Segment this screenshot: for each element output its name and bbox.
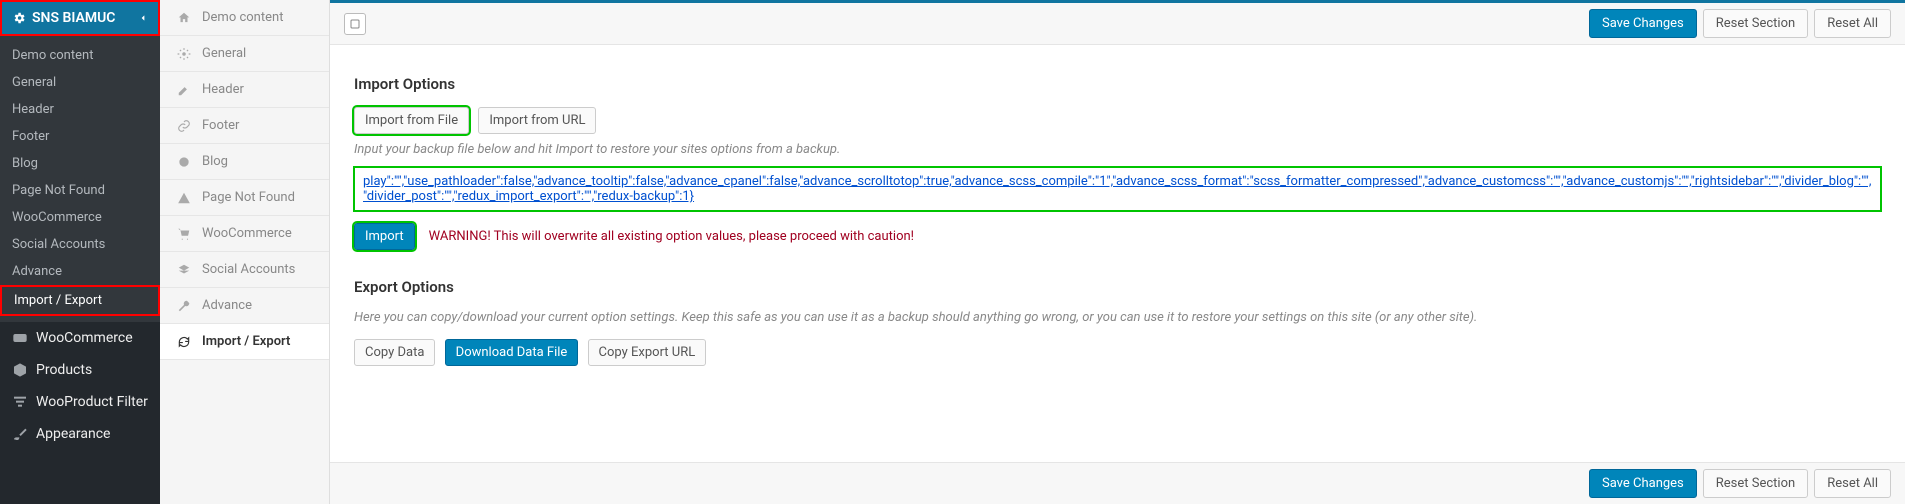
menu-label: Products — [36, 362, 92, 378]
save-changes-button[interactable]: Save Changes — [1589, 9, 1697, 38]
link-icon — [174, 119, 194, 133]
sidebar-sub-demo-content[interactable]: Demo content — [0, 42, 160, 69]
theme-options-menu[interactable]: SNS BIAMUC — [0, 0, 160, 36]
sidebar-sub-import-export[interactable]: Import / Export — [0, 285, 160, 316]
export-heading: Export Options — [354, 278, 1881, 296]
options-section-tabs: Demo content General Header Footer Blog … — [160, 0, 330, 504]
save-changes-button-bottom[interactable]: Save Changes — [1589, 469, 1697, 498]
tab-import-export[interactable]: Import / Export — [160, 324, 329, 360]
tab-label: Import / Export — [202, 334, 290, 349]
expand-toggle[interactable] — [344, 13, 366, 35]
menu-wooproduct-filter[interactable]: WooProduct Filter — [0, 386, 160, 418]
reset-all-button[interactable]: Reset All — [1814, 9, 1891, 38]
layers-icon — [174, 263, 194, 277]
panel-content: Import Options Import from File Import f… — [330, 45, 1905, 386]
reset-all-button-bottom[interactable]: Reset All — [1814, 469, 1891, 498]
theme-options-submenu: Demo content General Header Footer Blog … — [0, 36, 160, 322]
reset-section-button-bottom[interactable]: Reset Section — [1703, 469, 1808, 498]
sidebar-sub-woocommerce[interactable]: WooCommerce — [0, 204, 160, 231]
warning-icon — [174, 191, 194, 205]
tab-advance[interactable]: Advance — [160, 288, 329, 324]
woocommerce-icon — [10, 330, 30, 346]
tab-label: Advance — [202, 298, 252, 313]
tab-social-accounts[interactable]: Social Accounts — [160, 252, 329, 288]
import-data-textarea[interactable] — [354, 167, 1881, 211]
box-icon — [10, 362, 30, 378]
menu-label: WooProduct Filter — [36, 394, 148, 410]
import-hint: Input your backup file below and hit Imp… — [354, 142, 1881, 157]
chevron-left-icon — [138, 13, 148, 23]
admin-sidebar: SNS BIAMUC Demo content General Header F… — [0, 0, 160, 504]
tab-label: Social Accounts — [202, 262, 295, 277]
sidebar-sub-advance[interactable]: Advance — [0, 258, 160, 285]
gear-icon — [174, 47, 194, 61]
panel-bottombar: Save Changes Reset Section Reset All — [330, 462, 1905, 504]
tab-footer[interactable]: Footer — [160, 108, 329, 144]
wrench-icon — [174, 299, 194, 313]
import-warning: WARNING! This will overwrite all existin… — [429, 229, 914, 244]
import-from-url-button[interactable]: Import from URL — [478, 107, 596, 134]
sidebar-sub-footer[interactable]: Footer — [0, 123, 160, 150]
tab-label: General — [202, 46, 246, 61]
import-button[interactable]: Import — [354, 223, 415, 250]
tab-page-not-found[interactable]: Page Not Found — [160, 180, 329, 216]
import-heading: Import Options — [354, 75, 1881, 93]
tab-general[interactable]: General — [160, 36, 329, 72]
export-description: Here you can copy/download your current … — [354, 310, 1881, 325]
sidebar-sub-blog[interactable]: Blog — [0, 150, 160, 177]
menu-label: WooCommerce — [36, 330, 133, 346]
pencil-icon — [174, 83, 194, 97]
admin-main-menu: WooCommerce Products WooProduct Filter A… — [0, 322, 160, 450]
menu-woocommerce[interactable]: WooCommerce — [0, 322, 160, 354]
tab-label: Header — [202, 82, 244, 97]
options-panel: Save Changes Reset Section Reset All Imp… — [330, 0, 1905, 504]
sidebar-sub-social-accounts[interactable]: Social Accounts — [0, 231, 160, 258]
tab-label: WooCommerce — [202, 226, 292, 241]
copy-data-button[interactable]: Copy Data — [354, 339, 435, 366]
tab-label: Footer — [202, 118, 239, 133]
gear-icon — [174, 155, 194, 169]
home-icon — [174, 11, 194, 25]
reset-section-button[interactable]: Reset Section — [1703, 9, 1808, 38]
refresh-icon — [174, 335, 194, 349]
panel-topbar: Save Changes Reset Section Reset All — [330, 0, 1905, 45]
tab-woocommerce[interactable]: WooCommerce — [160, 216, 329, 252]
import-from-file-button[interactable]: Import from File — [354, 107, 469, 134]
tab-blog[interactable]: Blog — [160, 144, 329, 180]
menu-products[interactable]: Products — [0, 354, 160, 386]
cart-icon — [174, 227, 194, 241]
tab-header[interactable]: Header — [160, 72, 329, 108]
import-action-row: Import WARNING! This will overwrite all … — [354, 223, 1881, 250]
sidebar-sub-header[interactable]: Header — [0, 96, 160, 123]
filter-icon — [10, 394, 30, 410]
tab-label: Page Not Found — [202, 190, 295, 205]
sidebar-sub-page-not-found[interactable]: Page Not Found — [0, 177, 160, 204]
menu-appearance[interactable]: Appearance — [0, 418, 160, 450]
theme-options-label: SNS BIAMUC — [32, 10, 115, 26]
tab-label: Blog — [202, 154, 228, 169]
sidebar-sub-general[interactable]: General — [0, 69, 160, 96]
tab-label: Demo content — [202, 10, 283, 25]
export-buttons: Copy Data Download Data File Copy Export… — [354, 339, 1881, 366]
tab-demo-content[interactable]: Demo content — [160, 0, 329, 36]
brush-icon — [10, 426, 30, 442]
import-source-tabs: Import from File Import from URL — [354, 107, 1881, 134]
copy-export-url-button[interactable]: Copy Export URL — [588, 339, 707, 366]
menu-label: Appearance — [36, 426, 110, 442]
gear-icon — [12, 11, 26, 25]
download-data-file-button[interactable]: Download Data File — [445, 339, 579, 366]
